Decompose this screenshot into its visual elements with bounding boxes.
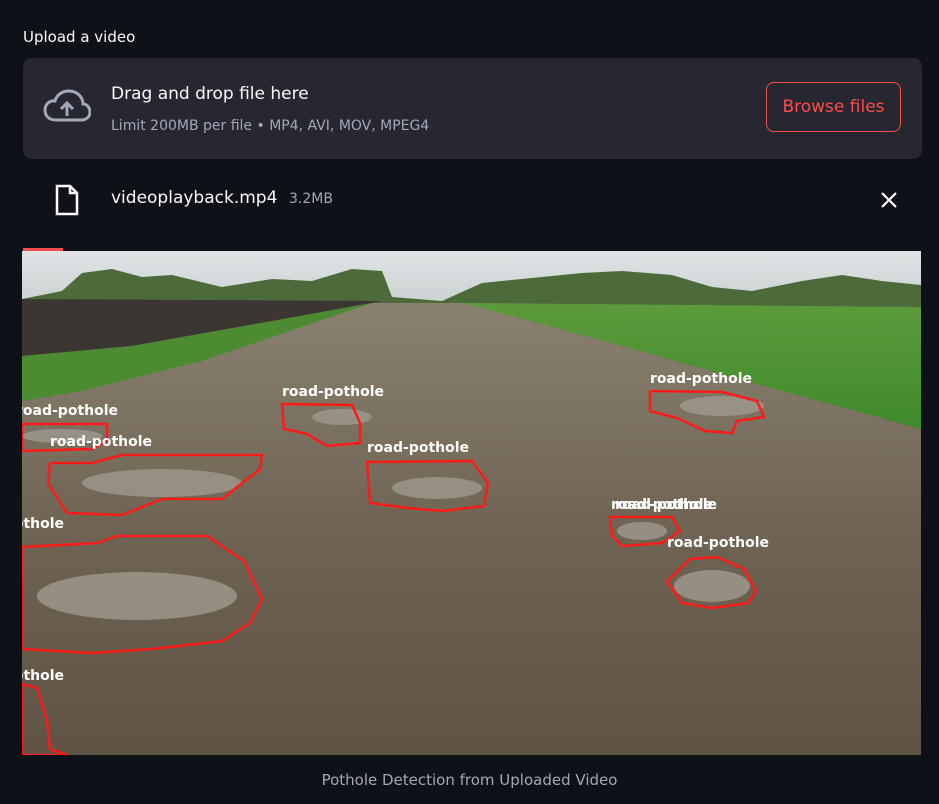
detection-label: road-pothole	[650, 371, 752, 387]
uploader-label: Upload a video	[23, 28, 136, 46]
pothole-detection-frame: road-pothole road-pothole road-pothole r…	[22, 251, 921, 755]
detection-label: road-pothole	[282, 384, 384, 400]
uploaded-file-row: videoplayback.mp4 3.2MB	[23, 178, 922, 222]
dropzone-limit-text: Limit 200MB per file • MP4, AVI, MOV, MP…	[111, 118, 430, 134]
detection-label: road-pothole	[615, 497, 717, 513]
file-dropzone[interactable]: Drag and drop file here Limit 200MB per …	[23, 58, 922, 159]
video-frame[interactable]: road-pothole road-pothole road-pothole r…	[22, 251, 921, 755]
video-caption: Pothole Detection from Uploaded Video	[321, 771, 618, 789]
file-name: videoplayback.mp4	[111, 188, 278, 208]
file-size: 3.2MB	[289, 191, 333, 207]
file-icon	[55, 184, 79, 216]
detection-label: road-pothole	[50, 434, 152, 450]
detection-label: road-pothole	[22, 516, 64, 532]
browse-files-button[interactable]: Browse files	[766, 82, 901, 132]
detection-label: road-pothole	[22, 668, 64, 684]
detection-label: road-pothole	[22, 403, 118, 419]
detection-label: road-pothole	[367, 440, 469, 456]
detection-label: road-pothole	[667, 535, 769, 551]
close-icon[interactable]	[876, 187, 902, 213]
dropzone-title: Drag and drop file here	[111, 84, 309, 104]
cloud-upload-icon	[43, 89, 91, 122]
